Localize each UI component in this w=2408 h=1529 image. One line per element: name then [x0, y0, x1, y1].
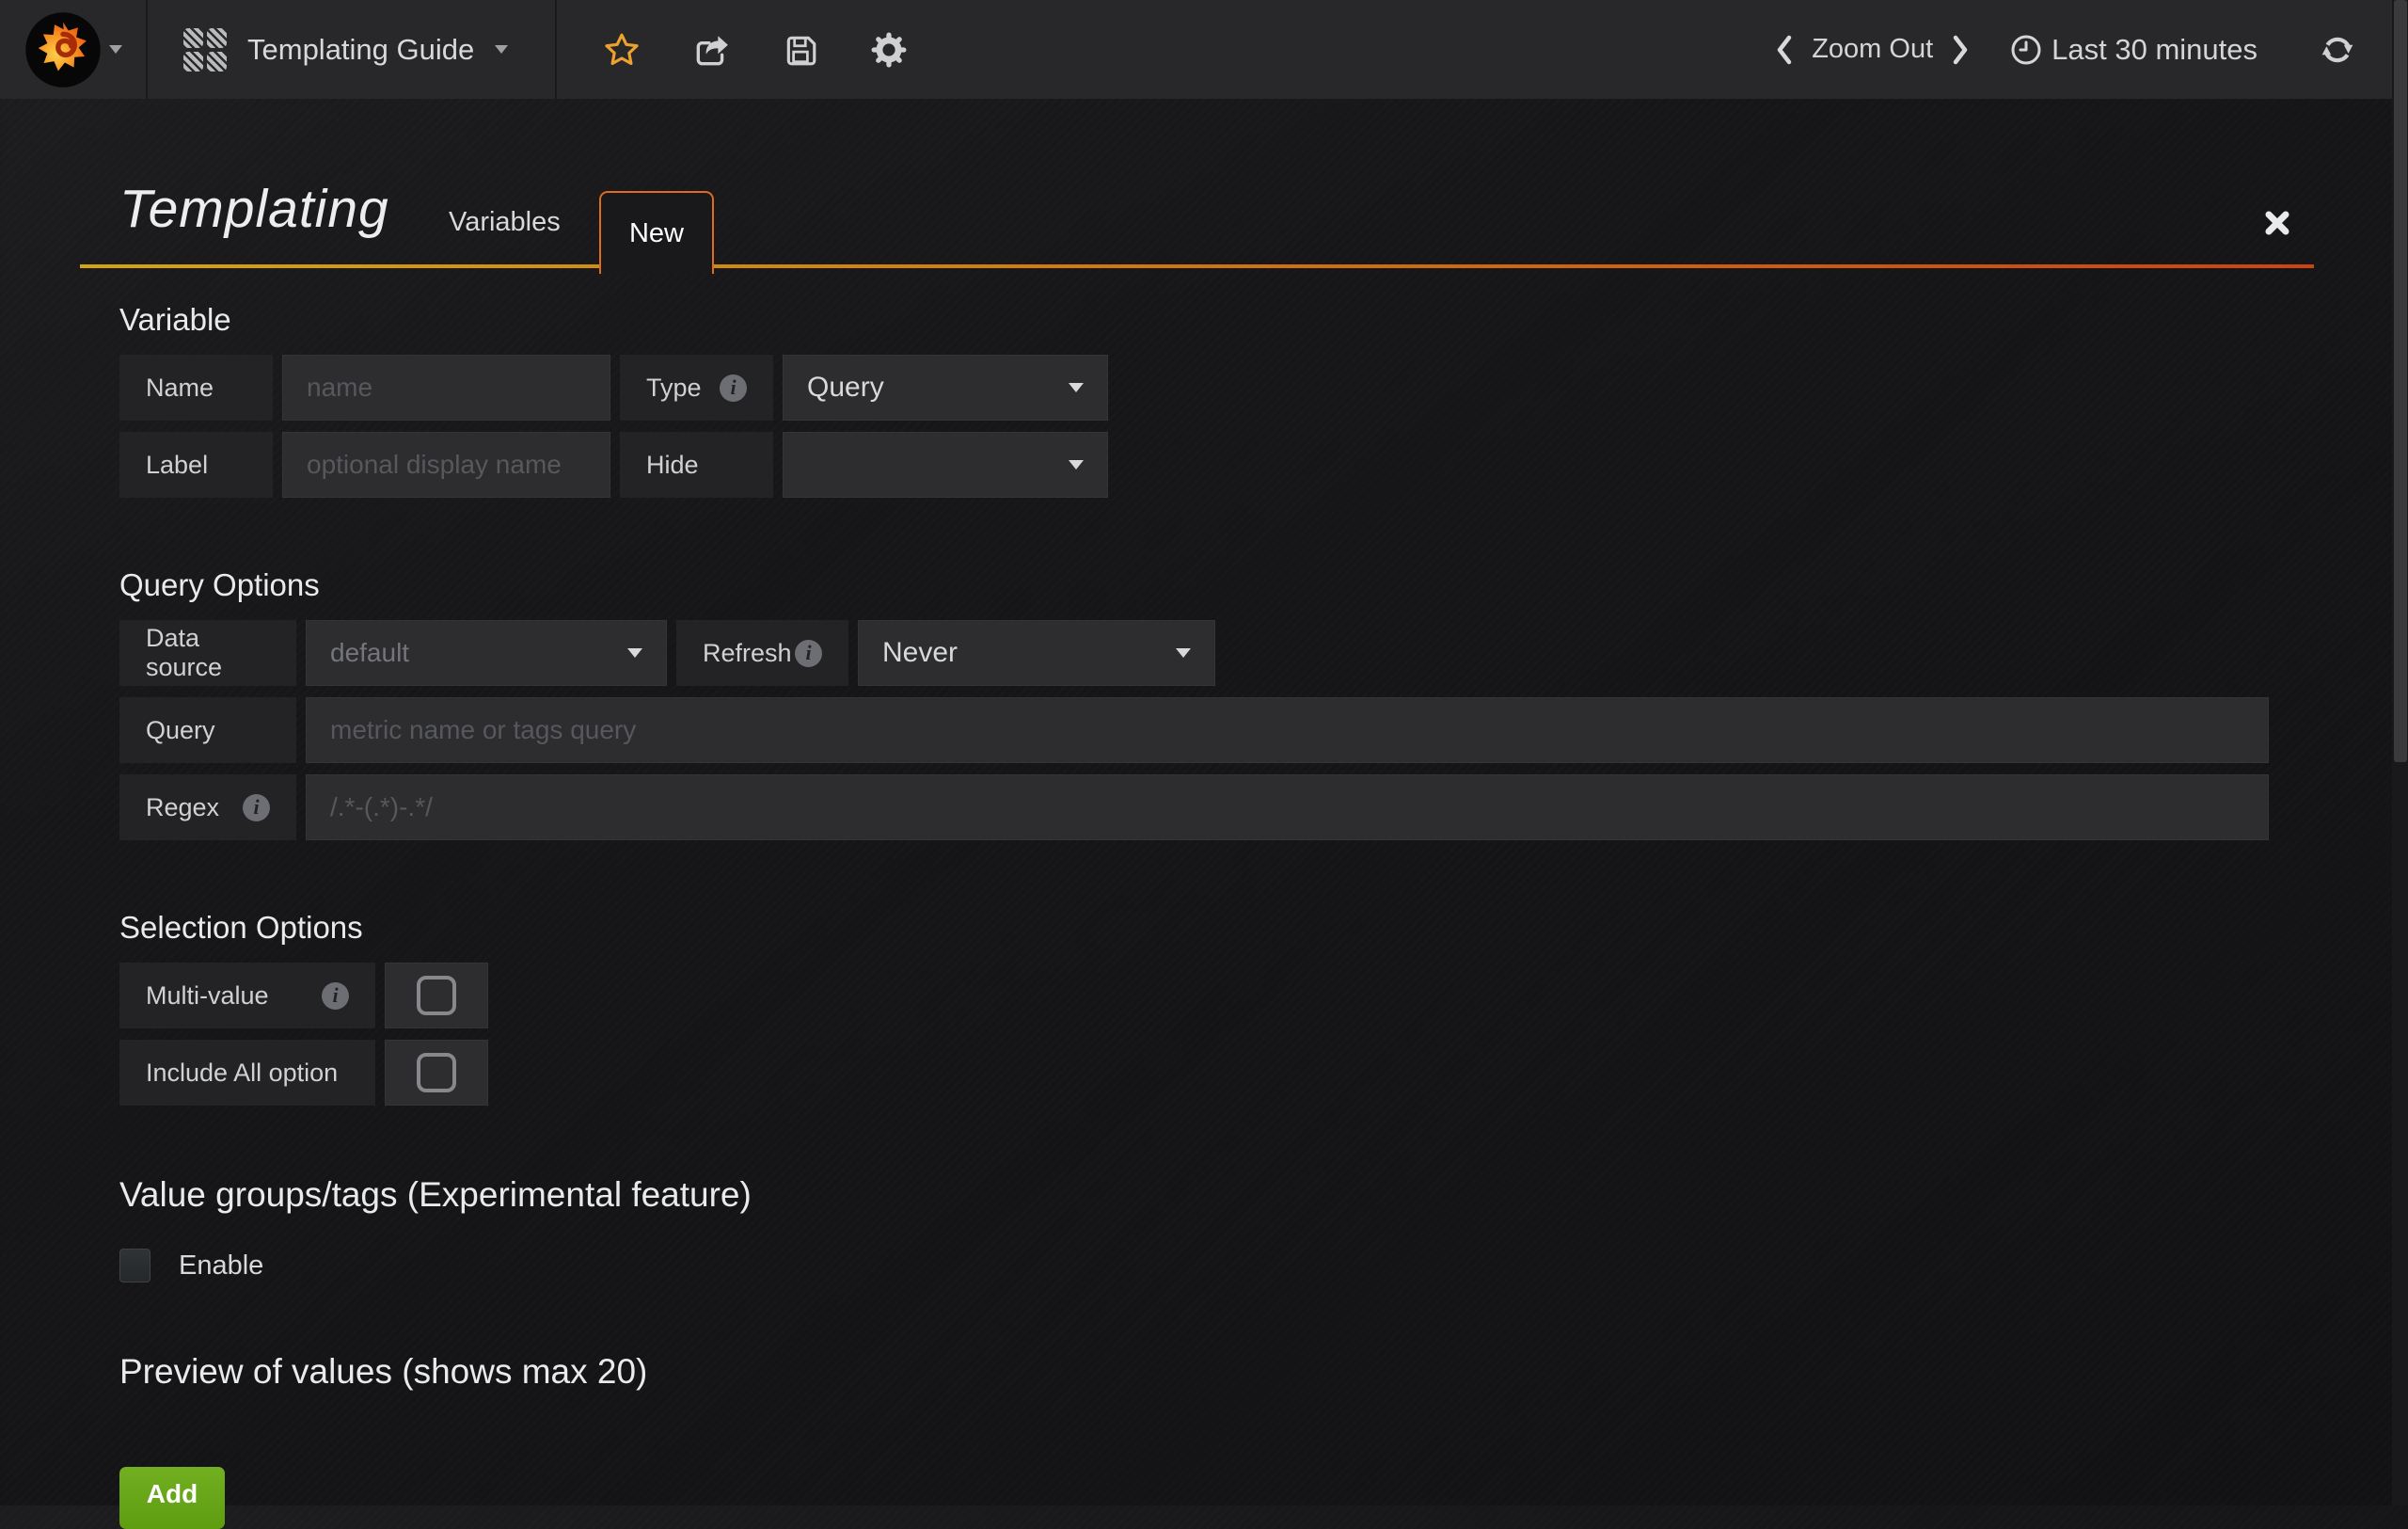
- info-icon[interactable]: i: [795, 640, 822, 667]
- add-button[interactable]: Add: [119, 1467, 225, 1529]
- caret-down-icon: [627, 648, 642, 658]
- variable-row-1: Name Type i Query: [119, 355, 2269, 421]
- refresh-select[interactable]: Never: [858, 620, 1215, 686]
- tab-variables[interactable]: Variables: [449, 207, 561, 238]
- dashboard-settings-panel: Templating Variables New Variable Name T…: [80, 99, 2328, 1529]
- section-heading-variable: Variable: [119, 302, 2269, 338]
- datasource-select-value: default: [330, 638, 409, 668]
- hide-select[interactable]: [783, 432, 1108, 498]
- label-input[interactable]: [282, 432, 610, 498]
- query-label: Query: [119, 697, 296, 763]
- label-label: Label: [119, 432, 273, 498]
- hide-label: Hide: [620, 432, 773, 498]
- multi-value-checkbox[interactable]: [417, 976, 456, 1015]
- info-icon[interactable]: i: [243, 794, 270, 821]
- enable-label: Enable: [179, 1250, 263, 1282]
- type-label-text: Type: [646, 374, 702, 403]
- regex-label-text: Regex: [146, 793, 219, 822]
- caret-down-icon: [109, 45, 122, 54]
- scrollbar-thumb[interactable]: [2394, 0, 2407, 762]
- refresh-icon: [2320, 32, 2355, 68]
- caret-down-icon: [1176, 648, 1191, 658]
- multi-value-label: Multi-value i: [119, 963, 375, 1028]
- datasource-select[interactable]: default: [306, 620, 667, 686]
- type-label: Type i: [620, 355, 773, 421]
- grafana-logo-icon: [24, 11, 102, 88]
- type-select-value: Query: [807, 372, 884, 404]
- share-icon[interactable]: [692, 32, 730, 68]
- zoom-out-button[interactable]: Zoom Out: [1795, 34, 1950, 65]
- query-input[interactable]: [306, 697, 2269, 763]
- variable-row-2: Label Hide: [119, 432, 2269, 498]
- type-select[interactable]: Query: [783, 355, 1108, 421]
- time-range-picker[interactable]: Last 30 minutes: [2010, 33, 2258, 67]
- query-options-row-1: Data source default Refresh i Never: [119, 620, 2269, 686]
- close-icon[interactable]: [2262, 208, 2292, 238]
- section-heading-preview: Preview of values (shows max 20): [119, 1352, 2269, 1392]
- page-title: Templating: [119, 178, 389, 240]
- dashboard-title: Templating Guide: [247, 33, 474, 67]
- refresh-label: Refresh i: [676, 620, 848, 686]
- include-all-row: Include All option: [119, 1040, 2269, 1106]
- query-row: Query: [119, 697, 2269, 763]
- enable-checkbox[interactable]: [119, 1249, 150, 1282]
- multi-value-label-text: Multi-value: [146, 981, 269, 1011]
- refresh-select-value: Never: [882, 637, 958, 669]
- refresh-label-text: Refresh: [703, 639, 792, 668]
- regex-label: Regex i: [119, 774, 296, 840]
- multi-value-checkbox-cell: [385, 963, 488, 1028]
- caret-down-icon: [495, 45, 508, 54]
- name-label: Name: [119, 355, 273, 421]
- variable-editor-form: Variable Name Type i Query Label Hide Qu…: [80, 302, 2269, 1529]
- enable-row: Enable: [119, 1249, 2269, 1282]
- chevron-left-icon[interactable]: [1774, 34, 1795, 66]
- section-heading-selection-options: Selection Options: [119, 910, 2269, 946]
- navbar: Templating Guide: [0, 0, 2408, 99]
- regex-row: Regex i: [119, 774, 2269, 840]
- time-range-label: Last 30 minutes: [2052, 33, 2258, 67]
- caret-down-icon: [1069, 460, 1084, 470]
- save-icon[interactable]: [783, 32, 818, 68]
- tab-new[interactable]: New: [599, 191, 714, 274]
- name-input[interactable]: [282, 355, 610, 421]
- refresh-button[interactable]: [2320, 32, 2355, 68]
- chevron-right-icon[interactable]: [1950, 34, 1971, 66]
- navbar-time-controls: Zoom Out Last 30 minutes: [1774, 0, 2408, 99]
- star-icon[interactable]: [604, 33, 640, 67]
- info-icon[interactable]: i: [720, 374, 747, 402]
- info-icon[interactable]: i: [322, 982, 349, 1010]
- templating-header: Templating Variables New: [80, 99, 2328, 268]
- section-heading-query-options: Query Options: [119, 567, 2269, 603]
- header-gradient-underline: [80, 264, 2314, 268]
- datasource-label: Data source: [119, 620, 296, 686]
- regex-input[interactable]: [306, 774, 2269, 840]
- multi-value-row: Multi-value i: [119, 963, 2269, 1028]
- dashboard-title-dropdown[interactable]: Templating Guide: [148, 0, 557, 99]
- dashboard-grid-icon: [183, 28, 227, 72]
- caret-down-icon: [1069, 383, 1084, 392]
- grafana-menu-button[interactable]: [0, 0, 148, 99]
- include-all-checkbox[interactable]: [417, 1053, 456, 1092]
- gear-icon[interactable]: [871, 32, 907, 68]
- navbar-actions: [557, 0, 907, 99]
- scrollbar-track[interactable]: [2392, 0, 2408, 1505]
- section-heading-value-groups: Value groups/tags (Experimental feature): [119, 1175, 2269, 1215]
- include-all-checkbox-cell: [385, 1040, 488, 1106]
- clock-icon: [2010, 34, 2042, 66]
- include-all-label: Include All option: [119, 1040, 375, 1106]
